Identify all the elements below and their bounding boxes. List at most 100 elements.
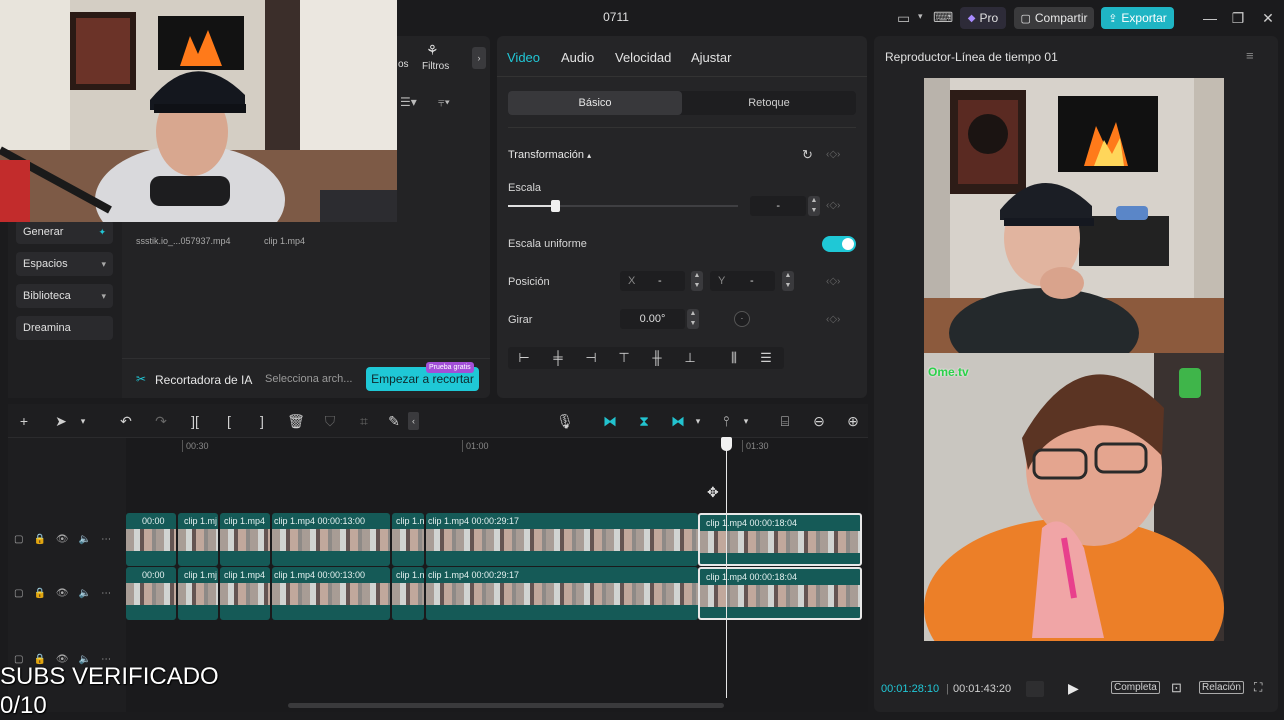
shield-icon[interactable]: ⛉ bbox=[321, 412, 339, 430]
tab-ajustar[interactable]: Ajustar bbox=[691, 50, 731, 65]
position-y-input[interactable]: Y - bbox=[710, 271, 775, 291]
rotate-stepper[interactable]: ▲ ▼ bbox=[687, 309, 699, 329]
timeline-clip[interactable]: clip 1.mp4 bbox=[220, 567, 270, 620]
minimize-icon[interactable]: — bbox=[1200, 8, 1220, 28]
y-stepper[interactable]: ▲ ▼ bbox=[782, 271, 794, 291]
keyframe-icon[interactable]: ‹◇› bbox=[826, 200, 840, 211]
tab-video[interactable]: Video bbox=[507, 50, 540, 65]
media-file-name[interactable]: ssstik.io_...057937.mp4 bbox=[136, 236, 231, 246]
distribute-h-icon[interactable]: ⫼ bbox=[725, 349, 743, 367]
fit-screen-icon[interactable]: ⊡ bbox=[1171, 680, 1182, 696]
media-file-name[interactable]: clip 1.mp4 bbox=[264, 236, 305, 246]
close-icon[interactable]: ✕ bbox=[1258, 8, 1278, 28]
timeline-clip[interactable]: clip 1.mp4 00:00:13:00 bbox=[272, 567, 390, 620]
filmstrip-icon[interactable] bbox=[1026, 681, 1044, 697]
filter-icon[interactable]: ⫧▾ bbox=[438, 95, 450, 110]
subtab-retoque[interactable]: Retoque bbox=[682, 91, 856, 115]
filters-icon[interactable]: ⚘ bbox=[426, 42, 439, 59]
sidebar-item-biblioteca[interactable]: Biblioteca ▾ bbox=[16, 284, 113, 308]
delete-icon[interactable]: 🗑 bbox=[287, 412, 305, 430]
crop-icon[interactable]: ⌗ bbox=[355, 412, 373, 430]
distribute-v-icon[interactable]: ☰ bbox=[757, 349, 775, 367]
microphone-icon[interactable]: 🎙 bbox=[556, 412, 574, 430]
align-top-icon[interactable]: ⊤ bbox=[615, 349, 633, 367]
timeline-clip-selected[interactable]: clip 1.mp4 00:00:18:04 bbox=[698, 567, 862, 620]
position-x-input[interactable]: X - bbox=[620, 271, 685, 291]
lock-icon[interactable]: 🔒 bbox=[33, 534, 45, 545]
tab-partial-label[interactable]: os bbox=[398, 59, 409, 70]
zoom-out-icon[interactable]: ⊖ bbox=[810, 412, 828, 430]
more-icon[interactable]: ⋯ bbox=[101, 534, 111, 545]
export-button[interactable]: ⇪ Exportar bbox=[1101, 7, 1174, 29]
redo-icon[interactable]: ↷ bbox=[152, 412, 170, 430]
speaker-icon[interactable]: 🔈 bbox=[79, 534, 91, 545]
timeline-clip[interactable]: 00:00 bbox=[126, 513, 176, 566]
full-quality-button[interactable]: Completa bbox=[1111, 681, 1160, 694]
playhead-line[interactable] bbox=[726, 444, 727, 698]
more-icon[interactable]: ⋯ bbox=[101, 588, 111, 599]
split-left-icon[interactable]: [ bbox=[220, 412, 238, 430]
keyframe-icon[interactable]: ‹◇› bbox=[826, 149, 840, 160]
timeline-clip-selected[interactable]: clip 1.mp4 00:00:18:04 bbox=[698, 513, 862, 566]
sidebar-item-dreamina[interactable]: Dreamina bbox=[16, 316, 113, 340]
split-right-icon[interactable]: ] bbox=[253, 412, 271, 430]
horizontal-scrollbar[interactable] bbox=[288, 703, 724, 708]
tab-velocidad[interactable]: Velocidad bbox=[615, 50, 671, 65]
sidebar-item-espacios[interactable]: Espacios ▾ bbox=[16, 252, 113, 276]
uniform-scale-toggle[interactable] bbox=[822, 236, 856, 252]
rotate-input[interactable]: 0.00° bbox=[620, 309, 685, 329]
add-track-icon[interactable]: + bbox=[15, 412, 33, 430]
keyframe-icon[interactable]: ‹◇› bbox=[826, 314, 840, 325]
toolbar-collapse-icon[interactable]: ‹ bbox=[408, 412, 419, 430]
timeline-clip[interactable]: clip 1.mp4 00:00:29:17 bbox=[426, 513, 698, 566]
ratio-button[interactable]: Relación bbox=[1199, 681, 1244, 694]
align-bottom-icon[interactable]: ⊥ bbox=[681, 349, 699, 367]
tab-filtros[interactable]: Filtros bbox=[422, 61, 449, 72]
eye-icon[interactable]: 👁 bbox=[56, 588, 69, 599]
speaker-icon[interactable]: 🔈 bbox=[79, 588, 91, 599]
video-preview[interactable]: Ome.tv bbox=[924, 78, 1224, 698]
chevron-down-icon[interactable]: ▾ bbox=[918, 11, 923, 22]
x-stepper[interactable]: ▲ ▼ bbox=[691, 271, 703, 291]
reset-icon[interactable]: ↻ bbox=[802, 147, 813, 163]
zoom-in-icon[interactable]: ⊕ bbox=[844, 412, 862, 430]
cover-icon[interactable]: ▢ bbox=[14, 588, 23, 599]
keyframe-icon[interactable]: ‹◇› bbox=[826, 276, 840, 287]
scale-input[interactable]: - bbox=[750, 196, 806, 216]
sort-icon[interactable]: ☰▾ bbox=[400, 95, 417, 109]
scale-slider-thumb[interactable] bbox=[551, 200, 560, 212]
timeline-clip[interactable]: clip 1.n bbox=[392, 567, 424, 620]
split-icon[interactable]: ][ bbox=[186, 412, 204, 430]
eye-icon[interactable]: 👁 bbox=[56, 534, 69, 545]
scale-stepper[interactable]: ▲ ▼ bbox=[808, 196, 820, 216]
sidebar-item-generar[interactable]: Generar ✦ bbox=[16, 220, 113, 244]
timeline-clip[interactable]: clip 1.n bbox=[392, 513, 424, 566]
restore-icon[interactable]: ❐ bbox=[1228, 8, 1248, 28]
draw-icon[interactable]: ✎ bbox=[385, 412, 403, 430]
align-right-icon[interactable]: ⊣ bbox=[582, 349, 600, 367]
cover-icon[interactable]: ▢ bbox=[14, 534, 23, 545]
shortcuts-icon[interactable]: ⌨ bbox=[933, 9, 953, 26]
align-center-h-icon[interactable]: ╪ bbox=[549, 349, 567, 367]
timeline-clip[interactable]: 00:00 bbox=[126, 567, 176, 620]
fullscreen-icon[interactable]: ⛶ bbox=[1254, 680, 1262, 695]
play-icon[interactable]: ▶ bbox=[1068, 680, 1079, 697]
undo-icon[interactable]: ↶ bbox=[117, 412, 135, 430]
tab-audio[interactable]: Audio bbox=[561, 50, 594, 65]
link-clips-icon[interactable]: ⧓ bbox=[669, 412, 687, 430]
share-button[interactable]: ▢ Compartir bbox=[1014, 7, 1094, 29]
lock-icon[interactable]: 🔒 bbox=[33, 588, 45, 599]
chevron-down-icon[interactable]: ▾ bbox=[737, 412, 755, 430]
pro-button[interactable]: ◆ Pro bbox=[960, 7, 1006, 29]
timeline-clip[interactable]: clip 1.mp4 bbox=[220, 513, 270, 566]
layout-icon[interactable]: ▭ bbox=[897, 10, 910, 27]
playhead-handle[interactable] bbox=[721, 437, 732, 451]
align-center-v-icon[interactable]: ╫ bbox=[648, 349, 666, 367]
preview-axis-icon[interactable]: ⫯ bbox=[717, 412, 735, 430]
menu-icon[interactable]: ≡ bbox=[1246, 48, 1254, 63]
snap-icon[interactable]: ⧗ bbox=[635, 412, 653, 430]
timeline-clip[interactable]: clip 1.mj bbox=[178, 513, 218, 566]
subtab-basico[interactable]: Básico bbox=[508, 91, 682, 115]
rotate-dial[interactable]: · bbox=[734, 311, 750, 327]
timeline-clip[interactable]: clip 1.mj bbox=[178, 567, 218, 620]
